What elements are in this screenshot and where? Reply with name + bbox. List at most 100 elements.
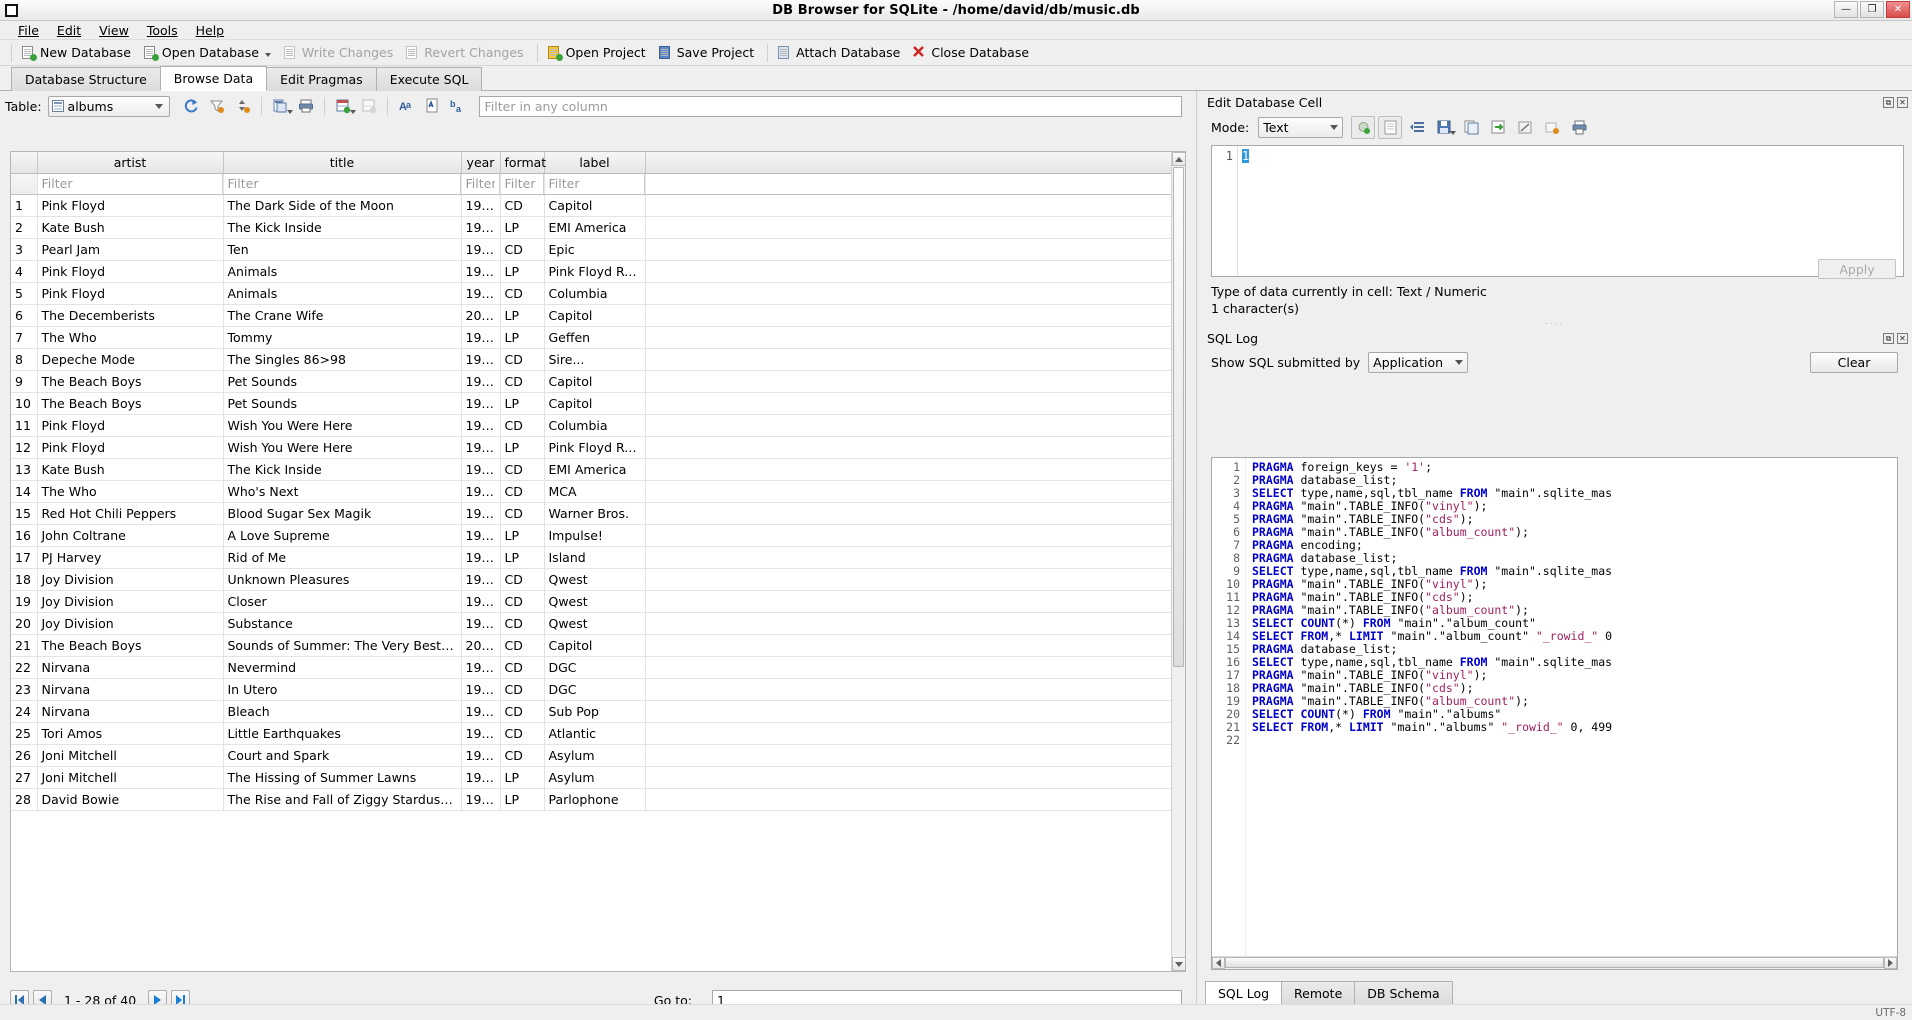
menu-help[interactable]: Help [187,22,234,39]
table-row[interactable]: 6The DecemberistsThe Crane Wife2006LPCap… [11,304,1185,326]
table-row[interactable]: 14The WhoWho's Next1971CDMCA [11,480,1185,502]
cell-label[interactable]: Parlophone [544,788,645,810]
table-row[interactable]: 17PJ HarveyRid of Me1993LPIsland [11,546,1185,568]
cell-artist[interactable]: Tori Amos [37,722,223,744]
cell-year[interactable]: 1993 [461,546,500,568]
cell-year[interactable]: 2006 [461,304,500,326]
find-replace-button[interactable]: A a [393,94,419,118]
cell-label[interactable]: Pink Floyd Records [544,436,645,458]
open-project-button[interactable]: Open Project [543,43,654,62]
sort-button[interactable] [230,94,256,118]
cell-artist[interactable]: Kate Bush [37,458,223,480]
cell-artist[interactable]: Pink Floyd [37,260,223,282]
save-project-button[interactable]: Save Project [654,43,762,62]
cell-label[interactable]: Capitol [544,370,645,392]
cell-title[interactable]: The Kick Inside [223,458,461,480]
cell-format[interactable]: LP [500,260,544,282]
table-row[interactable]: 21The Beach BoysSounds of Summer: The Ve… [11,634,1185,656]
table-row[interactable]: 26Joni MitchellCourt and Spark1974CDAsyl… [11,744,1185,766]
cell-label[interactable]: Asylum [544,744,645,766]
cell-format[interactable]: CD [500,194,544,216]
cell-artist[interactable]: Joy Division [37,612,223,634]
cell-format[interactable]: LP [500,392,544,414]
cell-year[interactable]: 1975 [461,414,500,436]
cell-artist[interactable]: John Coltrane [37,524,223,546]
table-row[interactable]: 3Pearl JamTen1991CDEpic [11,238,1185,260]
cell-format[interactable]: CD [500,370,544,392]
edit-cell-float-icon[interactable]: ⧉ [1883,97,1894,108]
hscroll-thumb[interactable] [1225,957,1884,968]
close-button[interactable]: ✕ [1886,1,1910,18]
attach-database-button[interactable]: Attach Database [773,43,908,62]
cell-year[interactable]: 2003 [461,634,500,656]
cell-editor-body[interactable]: 1 [1238,146,1903,276]
table-row[interactable]: 13Kate BushThe Kick Inside1978CDEMI Amer… [11,458,1185,480]
cell-year[interactable]: 1993 [461,678,500,700]
cell-format[interactable]: CD [500,348,544,370]
print-button[interactable] [293,94,319,118]
sql-log-view[interactable]: 12345678910111213141516171819202122 PRAG… [1211,457,1898,970]
cell-title[interactable]: A Love Supreme [223,524,461,546]
tab-database-structure[interactable]: Database Structure [11,67,161,91]
table-select[interactable]: albums [48,96,170,117]
cell-artist[interactable]: Pink Floyd [37,414,223,436]
table-row[interactable]: 16John ColtraneA Love Supreme1965LPImpul… [11,524,1185,546]
cell-year[interactable]: 1992 [461,722,500,744]
conditional-format-button[interactable]: b a [445,94,471,118]
clear-filters-button[interactable] [204,94,230,118]
copy-button[interactable] [1459,116,1483,139]
cell-label[interactable]: EMI America [544,458,645,480]
save-as-dropdown-icon[interactable] [1450,131,1456,135]
cell-format[interactable]: LP [500,546,544,568]
cell-format[interactable]: LP [500,304,544,326]
cell-label[interactable]: Epic [544,238,645,260]
cell-label[interactable]: Pink Floyd Records [544,260,645,282]
cell-artist[interactable]: The Who [37,480,223,502]
cell-label[interactable]: Qwest [544,612,645,634]
hscroll-right-icon[interactable] [1884,957,1897,969]
table-row[interactable]: 7The WhoTommy1969LPGeffen [11,326,1185,348]
tab-db-schema[interactable]: DB Schema [1354,981,1452,1006]
cell-year[interactable]: 1969 [461,326,500,348]
cell-format[interactable]: CD [500,612,544,634]
tab-browse-data[interactable]: Browse Data [160,66,267,91]
apply-data-button[interactable] [1540,116,1564,139]
tab-remote[interactable]: Remote [1281,981,1355,1006]
cell-artist[interactable]: Joni Mitchell [37,744,223,766]
cell-title[interactable]: Nevermind [223,656,461,678]
menu-file[interactable]: File [9,22,48,39]
find-button[interactable] [419,94,445,118]
cell-title[interactable]: The Rise and Fall of Ziggy Stardust and … [223,788,461,810]
cell-artist[interactable]: The Who [37,326,223,348]
cell-label[interactable]: Sub Pop [544,700,645,722]
cell-artist[interactable]: The Beach Boys [37,634,223,656]
cell-artist[interactable]: The Decemberists [37,304,223,326]
cell-artist[interactable]: Joy Division [37,568,223,590]
cell-label[interactable]: Warner Bros. [544,502,645,524]
cell-title[interactable]: Little Earthquakes [223,722,461,744]
filter-input-label[interactable] [545,174,645,194]
minimize-button[interactable]: — [1834,1,1858,18]
grid-vertical-scrollbar[interactable] [1171,152,1185,971]
cell-format[interactable]: CD [500,414,544,436]
cell-year[interactable]: 1979 [461,568,500,590]
cell-label[interactable]: Capitol [544,392,645,414]
cell-title[interactable]: Closer [223,590,461,612]
cell-artist[interactable]: Joni Mitchell [37,766,223,788]
close-database-button[interactable]: Close Database [908,43,1037,62]
cell-artist[interactable]: Nirvana [37,700,223,722]
cell-year[interactable]: 1973 [461,194,500,216]
cell-title[interactable]: Animals [223,282,461,304]
table-row[interactable]: 2Kate BushThe Kick Inside1978LPEMI Ameri… [11,216,1185,238]
cell-label[interactable]: Capitol [544,634,645,656]
cell-title[interactable]: The Singles 86>98 [223,348,461,370]
save-as-button[interactable] [1432,116,1456,139]
cell-artist[interactable]: Pink Floyd [37,194,223,216]
cell-format[interactable]: LP [500,524,544,546]
cell-year[interactable]: 1975 [461,436,500,458]
column-header-format[interactable]: format [500,152,544,173]
sql-log-close-icon[interactable]: ✕ [1897,333,1908,344]
table-row[interactable]: 9The Beach BoysPet Sounds1966CDCapitol [11,370,1185,392]
cell-title[interactable]: Tommy [223,326,461,348]
filter-input-year[interactable] [462,174,500,194]
